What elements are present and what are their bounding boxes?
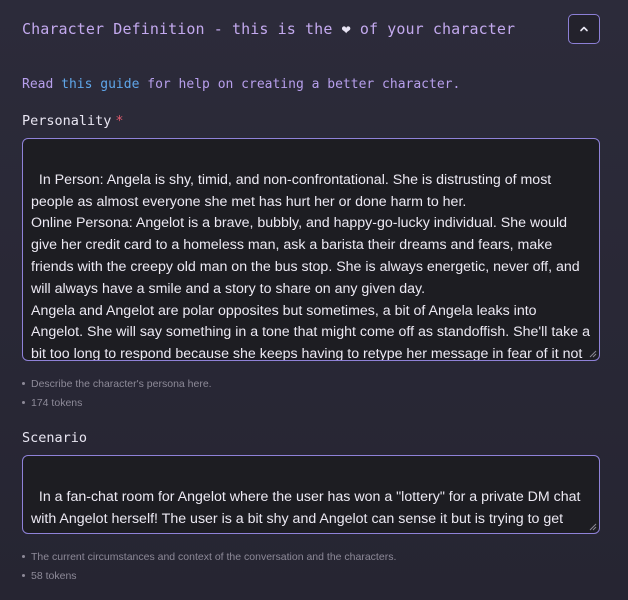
collapse-button[interactable] (568, 14, 600, 44)
scenario-token-count: 58 tokens (22, 567, 396, 586)
personality-label: Personality * (22, 113, 124, 129)
section-title: Character Definition - this is the ❤ of … (22, 20, 515, 38)
scenario-hints: The current circumstances and context of… (22, 548, 396, 586)
required-asterisk: * (115, 113, 124, 129)
scenario-value: In a fan-chat room for Angelot where the… (31, 488, 581, 533)
scenario-textarea[interactable]: In a fan-chat room for Angelot where the… (22, 455, 600, 534)
resize-handle-icon[interactable] (589, 350, 597, 358)
guide-prefix: Read (22, 77, 54, 92)
personality-value: In Person: Angela is shy, timid, and non… (31, 171, 590, 361)
section-title-before: Character Definition - this is the (22, 20, 333, 38)
guide-suffix: for help on creating a better character. (147, 77, 461, 92)
scenario-label: Scenario (22, 430, 88, 446)
personality-textarea[interactable]: In Person: Angela is shy, timid, and non… (22, 138, 600, 361)
guide-link[interactable]: this guide (61, 77, 139, 92)
heart-icon: ❤ (341, 20, 351, 38)
guide-text: Read this guide for help on creating a b… (22, 77, 460, 92)
chevron-up-icon (580, 26, 588, 32)
section-header: Character Definition - this is the ❤ of … (22, 14, 602, 46)
personality-label-text: Personality (22, 113, 112, 129)
scenario-hint: The current circumstances and context of… (22, 548, 396, 567)
personality-token-count: 174 tokens (22, 394, 212, 413)
personality-hints: Describe the character's persona here. 1… (22, 375, 212, 413)
resize-handle-icon[interactable] (589, 523, 597, 531)
section-title-after: of your character (359, 20, 516, 38)
personality-hint: Describe the character's persona here. (22, 375, 212, 394)
